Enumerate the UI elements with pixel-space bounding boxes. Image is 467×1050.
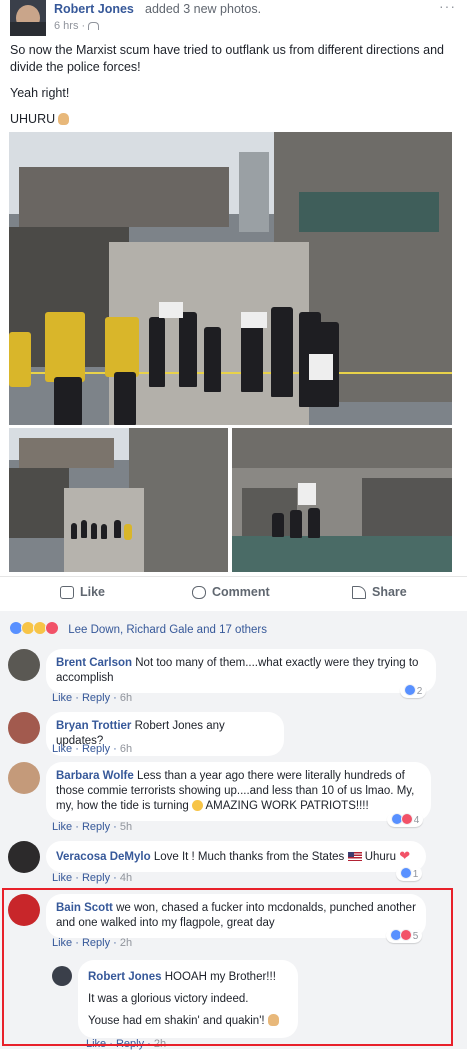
post-paragraph: So now the Marxist scum have tried to ou… <box>10 43 445 74</box>
comment-meta: Like · Reply · 5h <box>52 821 133 833</box>
comment-meta: Like · Reply · 6h <box>52 743 133 755</box>
post-body: So now the Marxist scum have tried to ou… <box>10 42 455 137</box>
comment-bubble: Veracosa DeMylo Love It ! Much thanks fr… <box>46 841 426 872</box>
laughing-emoji-icon <box>191 800 203 811</box>
comment-bubble: Brent Carlson Not too many of them....wh… <box>46 649 436 693</box>
commenter-avatar[interactable] <box>8 649 40 681</box>
reactions-summary[interactable]: Lee Down, Richard Gale and 17 others <box>9 621 267 636</box>
share-icon <box>352 586 366 599</box>
post-header: Robert Jones added 3 new photos. 6 hrs ·… <box>10 0 460 36</box>
post-time-text: 6 hrs · <box>54 20 89 32</box>
comment: Bryan Trottier Robert Jones any updates?… <box>8 712 453 758</box>
protester-sign-photo[interactable] <box>232 428 452 572</box>
courtyard-photo[interactable] <box>9 428 228 572</box>
comment-button[interactable]: Comment <box>192 585 270 599</box>
like-reaction-icon <box>400 867 412 879</box>
comment-like-link[interactable]: Like <box>52 692 72 704</box>
post-time[interactable]: 6 hrs · <box>54 20 100 32</box>
comment: Veracosa DeMylo Love It ! Much thanks fr… <box>8 841 453 887</box>
commenter-name[interactable]: Barbara Wolfe <box>56 770 134 782</box>
post-actions: Like Comment Share <box>0 576 467 609</box>
comment-text: Love It ! Much thanks from the States <box>153 851 345 863</box>
commenter-avatar[interactable] <box>8 841 40 873</box>
like-reaction-icon <box>404 684 416 696</box>
share-label: Share <box>372 585 407 599</box>
comment-like-link[interactable]: Like <box>52 872 72 884</box>
ok-hand-emoji-icon <box>58 113 70 125</box>
comment-label: Comment <box>212 585 270 599</box>
author-name[interactable]: Robert Jones <box>54 2 134 16</box>
comment-reply-link[interactable]: Reply <box>82 821 110 833</box>
share-button[interactable]: Share <box>352 585 407 599</box>
reaction-count: 2 <box>416 686 423 697</box>
post-action: added 3 new photos. <box>145 2 262 16</box>
police-and-protesters-photo[interactable] <box>9 132 452 425</box>
comment-bubble: Barbara Wolfe Less than a year ago there… <box>46 762 431 821</box>
comment-reaction-count[interactable]: 1 <box>396 866 423 881</box>
comment-time[interactable]: 5h <box>120 821 132 833</box>
us-flag-icon <box>347 852 362 861</box>
commenter-name[interactable]: Brent Carlson <box>56 657 132 669</box>
author-avatar[interactable] <box>10 0 46 36</box>
comment-text-2: Uhuru <box>364 851 397 863</box>
comment: Brent Carlson Not too many of them....wh… <box>8 649 453 709</box>
comment-reply-link[interactable]: Reply <box>82 743 110 755</box>
post-paragraph-text: UHURU <box>10 112 56 126</box>
reaction-count: 4 <box>413 815 420 826</box>
comment-like-link[interactable]: Like <box>52 743 72 755</box>
comment-reply-link[interactable]: Reply <box>82 692 110 704</box>
reaction-count: 1 <box>412 869 419 880</box>
friends-icon <box>88 22 100 30</box>
comment-meta: Like · Reply · 6h <box>52 692 133 704</box>
comment-text-2: AMAZING WORK PATRIOTS!!!! <box>205 800 369 812</box>
comment-reply-link[interactable]: Reply <box>82 872 110 884</box>
commenter-avatar[interactable] <box>8 712 40 744</box>
comment-time[interactable]: 6h <box>120 692 132 704</box>
love-reaction-icon <box>401 813 413 825</box>
love-reaction-icon <box>45 621 59 635</box>
post-menu-icon[interactable]: ··· <box>439 0 456 14</box>
comment-icon <box>192 586 206 599</box>
comment-meta: Like · Reply · 4h <box>52 872 133 884</box>
commenter-name[interactable]: Bryan Trottier <box>56 720 131 732</box>
post-paragraph: Yeah right! <box>10 86 70 100</box>
highlight-box <box>2 888 453 1046</box>
thumbs-up-icon <box>60 586 74 599</box>
heart-emoji-icon: ❤ <box>399 848 411 863</box>
like-label: Like <box>80 585 106 599</box>
commenter-name[interactable]: Veracosa DeMylo <box>56 851 151 863</box>
comment-time[interactable]: 6h <box>120 743 132 755</box>
comment-reaction-count[interactable]: 2 <box>400 683 427 698</box>
comment-like-link[interactable]: Like <box>52 821 72 833</box>
comment-reaction-count[interactable]: 4 <box>387 812 424 827</box>
post-paragraph: UHURU <box>10 111 455 128</box>
like-button[interactable]: Like <box>60 585 105 599</box>
reactions-names: Lee Down, Richard Gale and 17 others <box>68 624 268 636</box>
comment: Barbara Wolfe Less than a year ago there… <box>8 762 453 838</box>
commenter-avatar[interactable] <box>8 762 40 794</box>
comment-time[interactable]: 4h <box>120 872 132 884</box>
